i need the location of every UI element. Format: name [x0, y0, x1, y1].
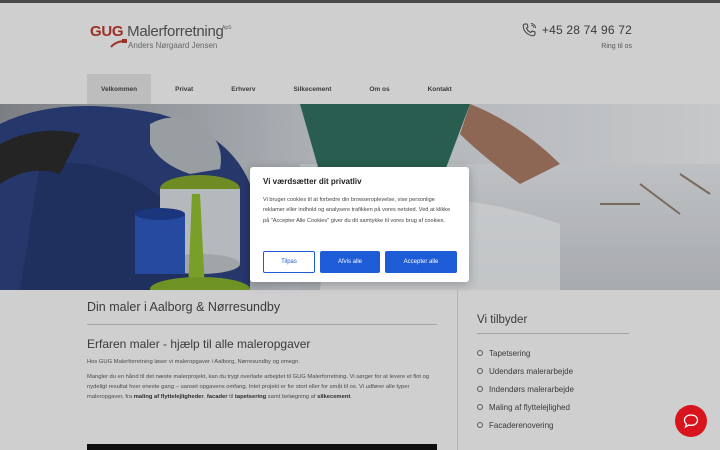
accept-all-button[interactable]: Accepter alle: [385, 251, 457, 273]
reject-all-button[interactable]: Afvis alle: [320, 251, 380, 273]
cookie-consent-dialog: Vi værdsætter dit privatliv Vi bruger co…: [250, 167, 469, 282]
customize-button[interactable]: Tilpas: [263, 251, 315, 273]
chat-bubble-icon: [683, 414, 699, 429]
cookie-text: Vi bruger cookies til at forbedre din br…: [263, 197, 451, 224]
chat-button[interactable]: [675, 405, 707, 437]
cookie-title: Vi værdsætter dit privatliv: [263, 177, 362, 186]
cookie-buttons: Tilpas Afvis alle Accepter alle: [263, 251, 457, 273]
